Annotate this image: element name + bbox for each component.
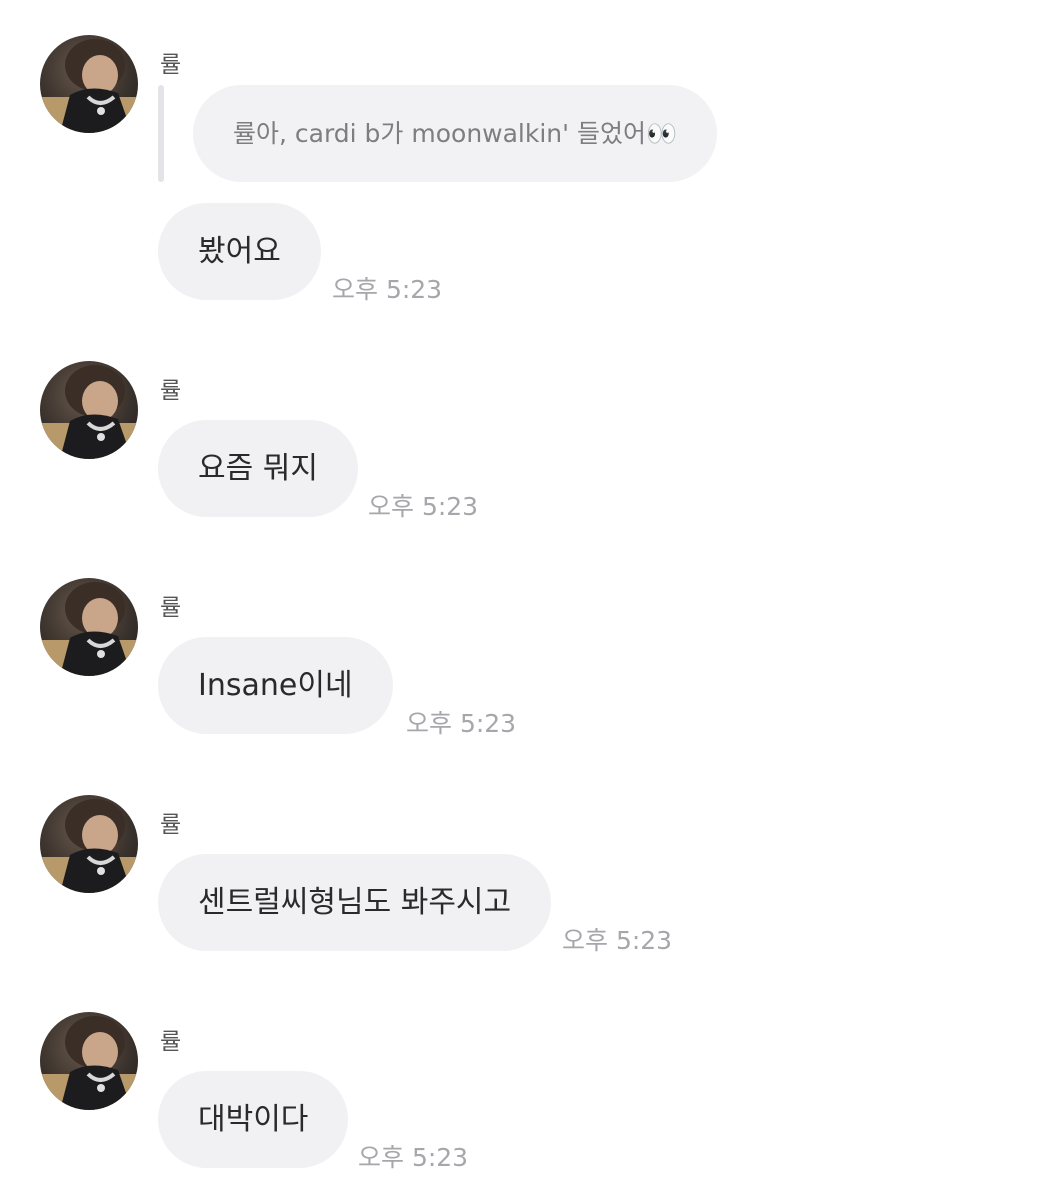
message-time: 오후 5:23 xyxy=(358,1143,469,1172)
message-bubble[interactable]: 요즘 뭐지 xyxy=(158,420,358,517)
sender-name: 률 xyxy=(160,1029,182,1055)
message-time: 오후 5:23 xyxy=(332,275,443,304)
avatar[interactable] xyxy=(40,35,138,133)
sender-name: 률 xyxy=(160,812,182,838)
message-bubble[interactable]: 센트럴씨형님도 봐주시고 xyxy=(158,854,552,951)
sender-name: 률 xyxy=(160,52,182,78)
avatar[interactable] xyxy=(40,578,138,676)
message-time: 오후 5:23 xyxy=(562,926,673,955)
message-bubble[interactable]: Insane이네 xyxy=(158,637,393,734)
avatar[interactable] xyxy=(40,1012,138,1110)
message-bubble[interactable]: 대박이다 xyxy=(158,1071,349,1168)
sender-name: 률 xyxy=(160,378,182,404)
avatar[interactable] xyxy=(40,795,138,893)
message-time: 오후 5:23 xyxy=(406,709,517,738)
reply-quote-bar xyxy=(158,85,164,182)
message-bubble[interactable]: 봤어요 xyxy=(158,203,321,300)
message-time: 오후 5:23 xyxy=(368,492,479,521)
reply-quote-bubble[interactable]: 률아, cardi b가 moonwalkin' 들었어👀 xyxy=(193,85,718,182)
avatar[interactable] xyxy=(40,361,138,459)
sender-name: 률 xyxy=(160,595,182,621)
